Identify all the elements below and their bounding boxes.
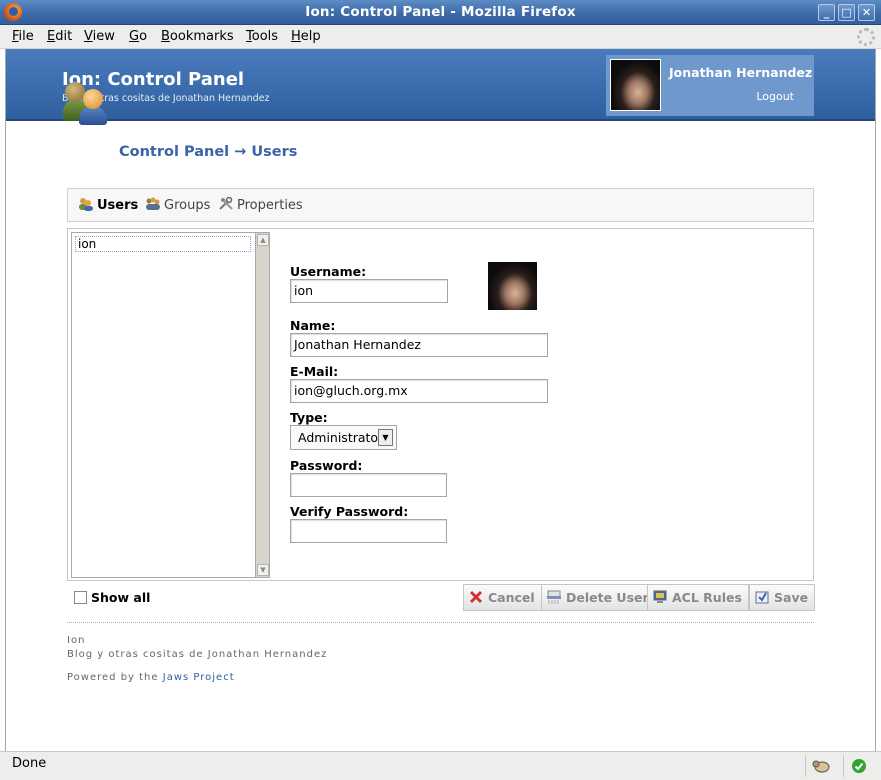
menu-file-label: ile [18, 29, 34, 44]
status-text: Done [12, 756, 47, 771]
tab-bar: Users Groups Properties [67, 188, 814, 222]
menu-bookmarks-mnemonic: B [161, 29, 170, 44]
username-label: Username: [290, 264, 367, 279]
maximize-button[interactable]: □ [838, 4, 855, 21]
menu-edit[interactable]: Edit [47, 29, 72, 44]
chevron-down-icon[interactable]: ▼ [378, 429, 393, 446]
scroll-down-arrow[interactable]: ▼ [257, 564, 269, 576]
user-head-orange [83, 89, 103, 109]
menubar: File Edit View Go Bookmarks Tools Help [0, 25, 881, 49]
menu-view-mnemonic: V [84, 29, 93, 44]
menu-file[interactable]: File [12, 29, 34, 44]
tab-properties[interactable]: Properties [218, 195, 303, 217]
scroll-up-arrow[interactable]: ▲ [257, 234, 269, 246]
menu-view-label: iew [92, 29, 115, 44]
listbox-scrollbar[interactable]: ▲ ▼ [255, 233, 269, 577]
acl-rules-label: ACL Rules [672, 590, 742, 605]
footer-separator [67, 622, 814, 623]
user-panel: ion ▲ ▼ Username: ion Name: Jonathan Her… [67, 228, 814, 581]
tools-icon [218, 196, 234, 211]
acl-rules-button[interactable]: ACL Rules [647, 584, 749, 611]
menu-bookmarks[interactable]: Bookmarks [161, 29, 234, 44]
statusbar-security-cell[interactable] [843, 755, 871, 777]
groups-icon [145, 197, 161, 211]
password-label: Password: [290, 458, 363, 473]
minimize-button[interactable]: _ [818, 4, 835, 21]
user-box: Jonathan Hernandez Logout [606, 55, 814, 116]
save-label: Save [774, 590, 809, 605]
show-all-toggle[interactable]: Show all [74, 590, 150, 605]
tab-groups[interactable]: Groups [145, 195, 210, 217]
menu-tools-label: ools [251, 29, 279, 44]
shredder-icon [546, 588, 562, 604]
tab-groups-label: Groups [164, 198, 211, 213]
monitor-icon [652, 588, 668, 604]
name-label: Name: [290, 318, 336, 333]
verify-password-input[interactable] [290, 519, 447, 543]
type-select[interactable]: Administrator ▼ [290, 425, 397, 450]
check-icon [852, 759, 866, 773]
jaws-project-link[interactable]: Jaws Project [163, 672, 235, 683]
footer-powered: Powered by the Jaws Project [67, 672, 235, 683]
user-head-green [65, 82, 85, 102]
type-select-value: Administrator [298, 430, 384, 445]
menu-tools[interactable]: Tools [246, 29, 278, 44]
throbber-icon [857, 28, 875, 46]
delete-user-button[interactable]: Delete User [541, 584, 656, 611]
type-label: Type: [290, 410, 328, 425]
tab-users[interactable]: Users [78, 195, 138, 217]
show-all-label: Show all [91, 590, 151, 605]
close-button[interactable]: ✕ [858, 4, 875, 21]
tab-users-label: Users [97, 198, 139, 213]
username-input[interactable]: ion [290, 279, 448, 303]
delete-user-label: Delete User [566, 590, 649, 605]
verify-password-label: Verify Password: [290, 504, 409, 519]
email-input[interactable]: ion@gluch.org.mx [290, 379, 548, 403]
save-icon [754, 588, 770, 604]
footer-site: Ion [67, 635, 86, 646]
window-title: Ion: Control Panel - Mozilla Firefox [305, 4, 576, 20]
cancel-label: Cancel [488, 590, 535, 605]
site-banner: Ion: Control Panel Blog y otras cositas … [6, 49, 875, 121]
show-all-checkbox[interactable] [74, 591, 87, 604]
user-avatar [610, 59, 661, 111]
user-listbox[interactable]: ion ▲ ▼ [71, 232, 270, 578]
user-name: Jonathan Hernandez [669, 65, 813, 80]
menu-edit-mnemonic: E [47, 29, 56, 44]
menu-go[interactable]: Go [129, 29, 147, 44]
user-photo [488, 262, 537, 310]
cancel-button[interactable]: Cancel [463, 584, 542, 611]
page-content: Ion: Control Panel Blog y otras cositas … [5, 49, 876, 751]
statusbar-addon-cell[interactable] [805, 755, 833, 777]
breadcrumb[interactable]: Control Panel → Users [119, 144, 297, 160]
menu-view[interactable]: View [84, 29, 115, 44]
addon-icon [812, 760, 830, 773]
save-button[interactable]: Save [749, 584, 816, 611]
window-titlebar: Ion: Control Panel - Mozilla Firefox _ □… [0, 0, 881, 25]
menu-help-mnemonic: H [291, 29, 301, 44]
footer-tagline: Blog y otras cositas de Jonathan Hernand… [67, 649, 328, 660]
menu-help-label: elp [300, 29, 321, 44]
menu-edit-label: dit [55, 29, 73, 44]
statusbar: Done [0, 751, 881, 780]
name-input[interactable]: Jonathan Hernandez [290, 333, 548, 357]
password-input[interactable] [290, 473, 447, 497]
footer-powered-prefix: Powered by the [67, 672, 159, 683]
cancel-icon [468, 588, 484, 604]
users-icon [78, 197, 94, 211]
menu-go-mnemonic: G [129, 29, 140, 44]
menu-help[interactable]: Help [291, 29, 321, 44]
email-label: E-Mail: [290, 364, 339, 379]
menu-bookmarks-label: ookmarks [169, 29, 234, 44]
users-section-icon [63, 79, 107, 125]
logout-link[interactable]: Logout [756, 90, 794, 103]
menu-go-label: o [139, 29, 148, 44]
tab-properties-label: Properties [237, 198, 303, 213]
user-list-item[interactable]: ion [75, 236, 251, 252]
